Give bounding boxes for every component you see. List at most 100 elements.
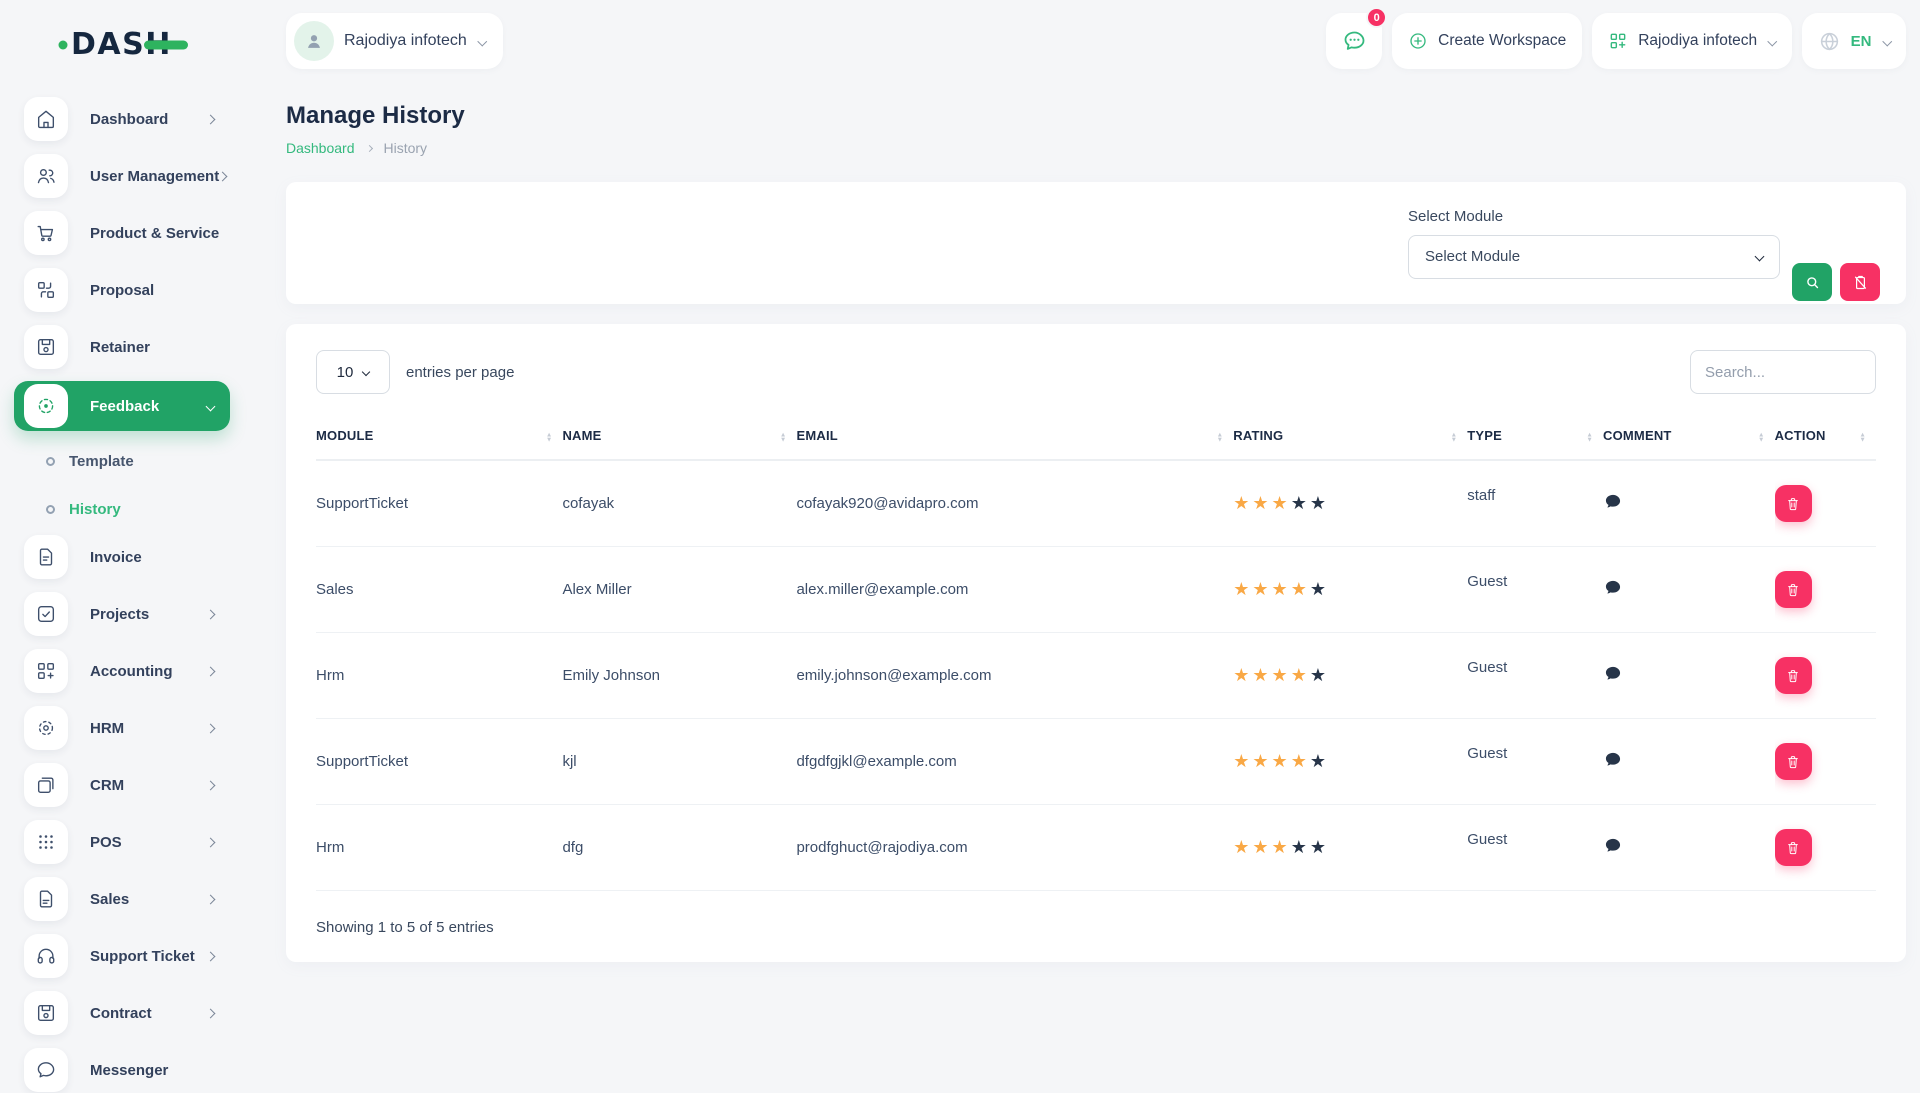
page-content: Manage History Dashboard History Select … xyxy=(242,72,1920,962)
filter-actions xyxy=(1792,263,1880,301)
star-icon: ★ xyxy=(1310,751,1329,771)
sidebar-item-retainer[interactable]: Retainer xyxy=(24,324,230,370)
magnifier-icon xyxy=(1804,274,1821,291)
delete-button[interactable] xyxy=(1775,657,1812,694)
chevron-down-icon xyxy=(1882,36,1891,45)
entries-per-page-value: 10 xyxy=(337,364,354,381)
sidebar-subitem-label: Template xyxy=(69,453,134,470)
column-header-name[interactable]: NAME xyxy=(562,418,796,460)
cell-name: Emily Johnson xyxy=(562,633,796,719)
speech-bubble-icon[interactable] xyxy=(1603,750,1623,770)
sidebar-item-sales[interactable]: Sales xyxy=(24,876,230,922)
sidebar-item-label: Dashboard xyxy=(90,111,207,128)
column-header-label: RATING xyxy=(1233,428,1283,443)
sidebar-item-label: User Management xyxy=(90,168,219,185)
sidebar-item-projects[interactable]: Projects xyxy=(24,591,230,637)
cell-module: Hrm xyxy=(316,633,562,719)
sidebar-subitem-history[interactable]: History xyxy=(24,486,242,532)
company-selector[interactable]: Rajodiya infotech xyxy=(1592,13,1791,69)
chevron-right-icon xyxy=(206,609,216,619)
sidebar-item-proposal[interactable]: Proposal xyxy=(24,267,230,313)
sidebar-item-contract[interactable]: Contract xyxy=(24,990,230,1036)
column-header-type[interactable]: TYPE xyxy=(1467,418,1603,460)
cell-name: cofayak xyxy=(562,460,796,547)
entries-per-page-select[interactable]: 10 xyxy=(316,350,390,394)
star-icon: ★ xyxy=(1252,751,1271,771)
sidebar-subitem-template[interactable]: Template xyxy=(24,438,242,484)
column-header-module[interactable]: MODULE xyxy=(316,418,562,460)
cell-module: Sales xyxy=(316,547,562,633)
column-header-action[interactable]: ACTION xyxy=(1775,418,1876,460)
column-header-email[interactable]: EMAIL xyxy=(796,418,1233,460)
column-header-label: MODULE xyxy=(316,428,374,443)
table-search-input[interactable] xyxy=(1690,350,1876,394)
column-header-label: COMMENT xyxy=(1603,428,1672,443)
sidebar-item-product-service[interactable]: Product & Service xyxy=(24,210,230,256)
messages-button[interactable]: 0 xyxy=(1326,13,1382,69)
filter-search-button[interactable] xyxy=(1792,263,1832,301)
star-icon: ★ xyxy=(1252,579,1271,599)
sidebar-item-messenger[interactable]: Messenger xyxy=(24,1047,230,1093)
column-header-label: EMAIL xyxy=(796,428,837,443)
column-header-rating[interactable]: RATING xyxy=(1233,418,1467,460)
sidebar-item-support-ticket[interactable]: Support Ticket xyxy=(24,933,230,979)
proposal-icon xyxy=(24,268,68,312)
sidebar-item-invoice[interactable]: Invoice xyxy=(24,534,230,580)
star-icon: ★ xyxy=(1310,493,1329,513)
circle-bullet-icon xyxy=(46,457,55,466)
delete-button[interactable] xyxy=(1775,571,1812,608)
star-icon: ★ xyxy=(1291,579,1310,599)
sidebar-item-crm[interactable]: CRM xyxy=(24,762,230,808)
delete-button[interactable] xyxy=(1775,829,1812,866)
entries-per-page-label: entries per page xyxy=(406,364,514,381)
speech-bubble-icon[interactable] xyxy=(1603,836,1623,856)
language-selector[interactable]: EN xyxy=(1802,13,1906,69)
home-icon xyxy=(24,97,68,141)
sidebar-item-label: CRM xyxy=(90,777,207,794)
type-label: Guest xyxy=(1467,659,1507,676)
table-entries-summary: Showing 1 to 5 of 5 entries xyxy=(316,891,1876,962)
chevron-down-icon xyxy=(477,36,486,45)
filter-reset-button[interactable] xyxy=(1840,263,1880,301)
chevron-right-icon xyxy=(206,780,216,790)
history-table-card: 10 entries per page MODULE NAMEEMAIL RATIN… xyxy=(286,324,1906,962)
breadcrumb-dashboard-link[interactable]: Dashboard xyxy=(286,140,355,156)
delete-button[interactable] xyxy=(1775,485,1812,522)
sidebar-item-label: Accounting xyxy=(90,663,207,680)
sidebar-item-accounting[interactable]: Accounting xyxy=(24,648,230,694)
table-row: SupportTicketkjldfgdfgjkl@example.com★★★… xyxy=(316,719,1876,805)
app-root: DASH Dashboard User Management Product & S… xyxy=(0,0,1920,1080)
workspace-selector-label: Rajodiya infotech xyxy=(344,32,467,50)
sort-icon xyxy=(1217,433,1224,443)
chevron-right-icon xyxy=(206,1008,216,1018)
table-row: SupportTicketcofayakcofayak920@avidapro.… xyxy=(316,460,1876,547)
speech-bubble-icon[interactable] xyxy=(1603,492,1623,512)
brand-logo[interactable]: DASH xyxy=(0,14,242,72)
delete-button[interactable] xyxy=(1775,743,1812,780)
sidebar-item-dashboard[interactable]: Dashboard xyxy=(24,96,230,142)
speech-bubble-icon[interactable] xyxy=(1603,664,1623,684)
star-icon: ★ xyxy=(1291,665,1310,685)
table-header-row: MODULE NAMEEMAIL RATING TYPECOMMENT ACTION xyxy=(316,418,1876,460)
cell-type: staff xyxy=(1467,460,1603,547)
table-row: SalesAlex Milleralex.miller@example.com★… xyxy=(316,547,1876,633)
cell-type: Guest xyxy=(1467,719,1603,805)
cell-email: emily.johnson@example.com xyxy=(796,633,1233,719)
cell-rating: ★★★★★ xyxy=(1233,633,1467,719)
column-header-comment[interactable]: COMMENT xyxy=(1603,418,1775,460)
circle-bullet-icon xyxy=(46,505,55,514)
module-select[interactable]: Select Module xyxy=(1408,235,1780,279)
workspace-selector[interactable]: Rajodiya infotech xyxy=(286,13,503,69)
create-workspace-button[interactable]: Create Workspace xyxy=(1392,13,1582,69)
star-icon: ★ xyxy=(1233,751,1252,771)
sidebar-item-user-management[interactable]: User Management xyxy=(24,153,230,199)
star-icon: ★ xyxy=(1272,665,1291,685)
projects-icon xyxy=(24,592,68,636)
speech-bubble-icon[interactable] xyxy=(1603,578,1623,598)
sidebar-item-feedback[interactable]: Feedback xyxy=(14,381,230,431)
table-row: HrmEmily Johnsonemily.johnson@example.co… xyxy=(316,633,1876,719)
chevron-down-icon xyxy=(1768,36,1777,45)
messenger-icon xyxy=(24,1048,68,1092)
sidebar-item-pos[interactable]: POS xyxy=(24,819,230,865)
sidebar-item-hrm[interactable]: HRM xyxy=(24,705,230,751)
